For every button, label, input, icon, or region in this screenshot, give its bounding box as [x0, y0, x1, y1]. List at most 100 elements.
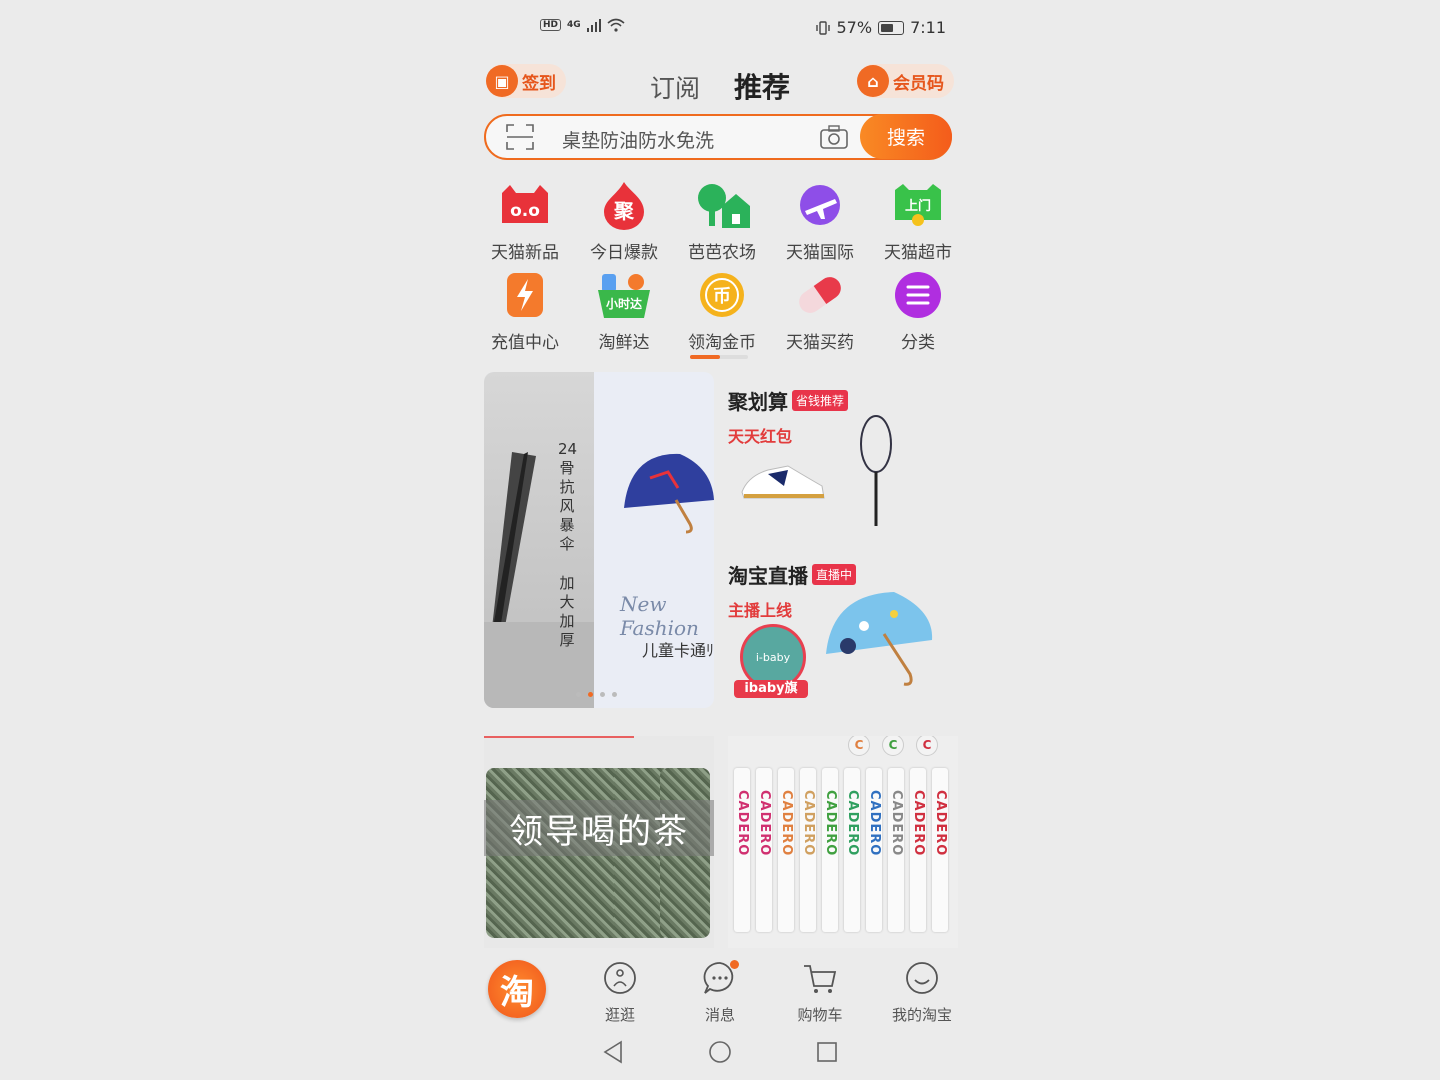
taobao-live-card[interactable]: 淘宝直播 直播中 主播上线 i-baby ibaby旗 [728, 560, 954, 698]
fire-ju-icon: 聚 [596, 180, 652, 230]
grid-item-tmall-new[interactable]: o.o 天猫新品 [476, 180, 574, 263]
nav-label: 我的淘宝 [891, 1006, 952, 1024]
back-icon[interactable] [602, 1040, 624, 1064]
grid-item-category[interactable]: 分类 [869, 270, 967, 353]
tea-product-tile[interactable]: 领导喝的茶 [484, 736, 714, 948]
svg-text:币: 币 [713, 286, 731, 307]
battery-percent: 57% [836, 18, 873, 37]
nav-my-taobao[interactable]: 我的淘宝 [882, 960, 962, 1025]
tab-recommend[interactable]: 推荐 [734, 66, 790, 106]
juhuasuan-card[interactable]: 聚划算 省钱推荐 天天红包 [728, 386, 954, 526]
feed-tabs: 订阅 推荐 [650, 66, 790, 106]
recents-icon[interactable] [816, 1041, 838, 1063]
member-house-icon: ⌂ [857, 65, 889, 97]
vibrate-icon [815, 20, 830, 35]
grid-label: 充值中心 [491, 333, 559, 353]
banner-dots [576, 692, 617, 697]
search-bar[interactable]: 桌垫防油防水免洗 搜索 [484, 114, 952, 160]
grid-page-indicator [690, 355, 748, 359]
tab-subscribe[interactable]: 订阅 [650, 69, 700, 105]
tea-label: 领导喝的茶 [484, 800, 714, 856]
badminton-racket-image [860, 415, 892, 526]
nav-label: 逛逛 [604, 1006, 635, 1024]
grid-item-farm[interactable]: 芭芭农场 [673, 180, 771, 263]
nav-messages[interactable]: 消息 [680, 960, 760, 1025]
card-title: 淘宝直播 [728, 564, 808, 588]
grid-label: 天猫买药 [786, 333, 854, 353]
search-input[interactable]: 桌垫防油防水免洗 [562, 126, 714, 153]
golf-grips-tile[interactable]: C C C CADERO CADERO CADERO CADERO CADERO… [728, 736, 958, 948]
pill-icon [792, 270, 848, 320]
taobao-home-icon[interactable]: 淘 [488, 960, 546, 1018]
grid-item-recharge[interactable]: 充值中心 [476, 270, 574, 353]
banner-vertical-text: 24骨抗风暴伞 [558, 440, 578, 553]
banner-caption: 儿童卡通ﾘ [642, 641, 714, 660]
grid-label: 天猫新品 [491, 243, 559, 263]
grid-item-pharmacy[interactable]: 天猫买药 [771, 270, 869, 353]
status-bar: HD 4G 57% 7:11 [480, 14, 960, 44]
svg-text:聚: 聚 [613, 199, 635, 223]
camera-icon[interactable] [820, 125, 848, 149]
grip-brand: CADERO [889, 790, 904, 857]
kids-umbrella-image [624, 453, 714, 534]
wifi-icon [607, 18, 625, 32]
unread-dot [730, 960, 739, 969]
brand-coin-icon: C [882, 736, 904, 756]
tmall-cat-icon: o.o [497, 180, 553, 230]
grid-item-tmall-intl[interactable]: 天猫国际 [771, 180, 869, 263]
nav-cart[interactable]: 购物车 [780, 960, 860, 1025]
card-badge: 省钱推荐 [792, 390, 849, 411]
grid-label: 分类 [901, 333, 935, 353]
scan-icon[interactable] [506, 124, 534, 150]
nav-label: 消息 [704, 1006, 735, 1024]
cart-icon [804, 965, 837, 993]
banner-fashion-text: New Fashion [620, 592, 699, 640]
grip-brand: CADERO [911, 790, 926, 857]
svg-text:上门: 上门 [905, 198, 931, 214]
grid-item-hot-today[interactable]: 聚 今日爆款 [575, 180, 673, 263]
nav-label: 购物车 [797, 1006, 843, 1024]
farm-tree-icon [694, 180, 750, 230]
grid-label: 天猫超市 [884, 243, 952, 263]
grip-brand: CADERO [867, 790, 882, 857]
grip-brand: CADERO [735, 790, 750, 857]
brand-coin-icon: C [916, 736, 938, 756]
supermarket-icon: 上门 [890, 180, 946, 230]
svg-text:小时达: 小时达 [606, 296, 642, 311]
tile-accent-line [484, 736, 634, 738]
gold-coin-icon: 币 [694, 270, 750, 320]
top-header: ▣ 签到 订阅 推荐 ⌂ 会员码 [480, 62, 960, 106]
nav-stroll[interactable]: 逛逛 [580, 960, 660, 1025]
bottom-nav: 淘 逛逛 消息 购物车 我的淘宝 [480, 960, 960, 1024]
card-subtitle: 天天红包 [728, 427, 793, 446]
checkin-gift-icon: ▣ [486, 65, 518, 97]
live-badge: 直播中 [812, 564, 857, 585]
grip-brand: CADERO [933, 790, 948, 857]
search-button[interactable]: 搜索 [860, 114, 952, 159]
lightning-icon [497, 270, 553, 320]
menu-list-icon [890, 270, 946, 320]
member-code-button[interactable]: ⌂ 会员码 [857, 64, 954, 98]
stroll-icon [604, 962, 636, 994]
member-code-label: 会员码 [893, 73, 944, 94]
kids-blue-umbrella-image [826, 592, 933, 686]
plane-globe-icon [792, 180, 848, 230]
signal-icon [586, 18, 601, 32]
system-nav-bar [480, 1040, 960, 1066]
phone-screen: HD 4G 57% 7:11 ▣ 签到 订阅 推荐 ⌂ 会员码 桌垫防油防水免洗 [480, 0, 960, 1080]
umbrella-banner[interactable]: 24骨抗风暴伞 加大加厚 New Fashion 儿童卡通ﾘ [484, 372, 714, 708]
grid-item-gold-coin[interactable]: 币 领淘金币 [673, 270, 771, 353]
grid-label: 淘鲜达 [598, 333, 650, 353]
grocery-basket-icon: 小时达 [596, 270, 652, 320]
grip-brand: CADERO [801, 790, 816, 857]
clock: 7:11 [910, 18, 946, 37]
grid-item-fresh[interactable]: 小时达 淘鲜达 [575, 270, 673, 353]
grid-item-tmall-super[interactable]: 上门 天猫超市 [869, 180, 967, 263]
grid-label: 天猫国际 [786, 243, 854, 263]
grid-label: 领淘金币 [688, 333, 756, 353]
grid-label: 芭芭农场 [688, 243, 756, 263]
home-icon[interactable] [708, 1040, 732, 1064]
checkin-button[interactable]: ▣ 签到 [486, 64, 566, 98]
battery-icon [878, 20, 905, 35]
store-name: ibaby旗 [734, 680, 808, 698]
